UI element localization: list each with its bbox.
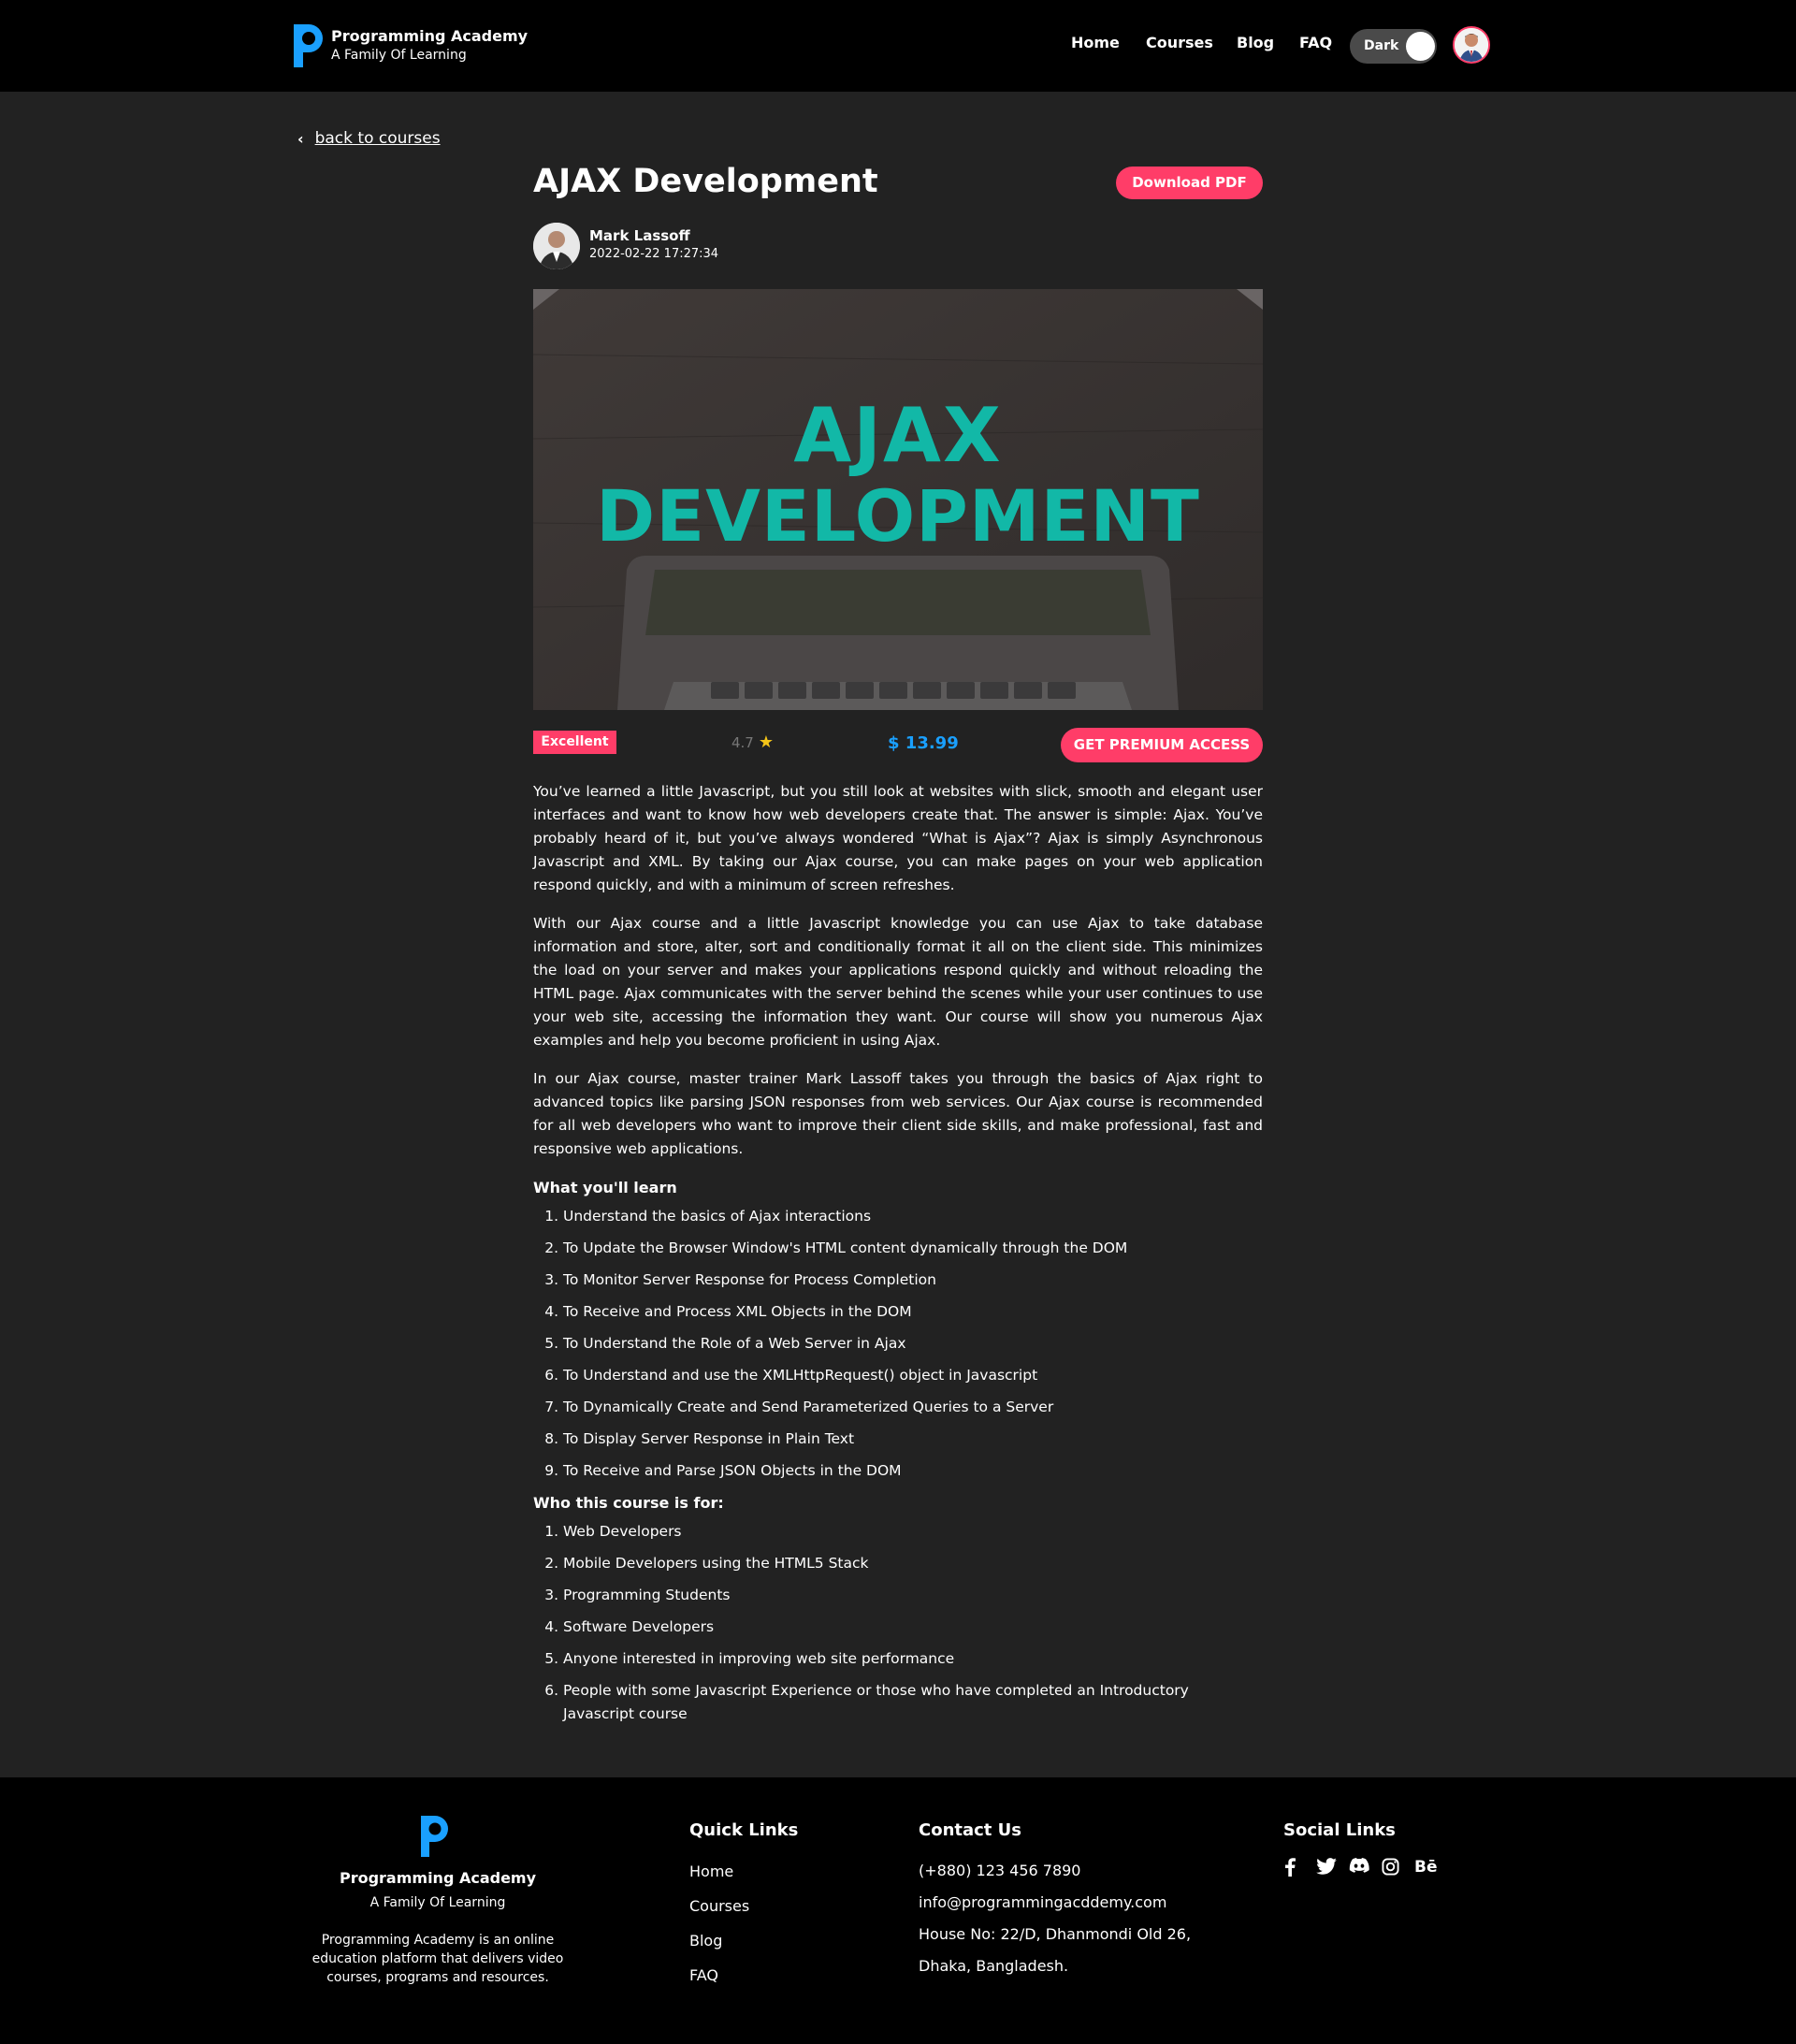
- toggle-knob: [1406, 32, 1435, 61]
- description-paragraph: With our Ajax course and a little Javasc…: [533, 915, 1263, 1049]
- learn-list-item: To Receive and Parse JSON Objects in the…: [563, 1459, 1263, 1483]
- learn-list-item: To Receive and Process XML Objects in th…: [563, 1300, 1263, 1324]
- audience-list: Web Developers Mobile Developers using t…: [563, 1520, 1263, 1726]
- learn-list-item: To Understand the Role of a Web Server i…: [563, 1332, 1263, 1355]
- contact-address-line2: Dhaka, Bangladesh.: [919, 1957, 1069, 1975]
- quick-links-heading: Quick Links: [689, 1820, 799, 1840]
- contact-heading: Contact Us: [919, 1820, 1022, 1840]
- footer-brand-subtitle: A Family Of Learning: [369, 1895, 506, 1910]
- learn-list-item: To Dynamically Create and Send Parameter…: [563, 1396, 1263, 1419]
- footer-link-faq[interactable]: FAQ: [689, 1966, 718, 1984]
- contact-email[interactable]: info@programmingacddemy.com: [919, 1893, 1166, 1911]
- social-links-heading: Social Links: [1283, 1820, 1396, 1840]
- brand-subtitle: A Family Of Learning: [331, 48, 467, 63]
- learn-list-item: To Update the Browser Window's HTML cont…: [563, 1237, 1263, 1260]
- course-title: AJAX Development: [533, 163, 878, 200]
- hero-title-line1: AJAX: [793, 392, 1003, 479]
- learn-list-item: To Understand and use the XMLHttpRequest…: [563, 1364, 1263, 1387]
- user-avatar[interactable]: [1453, 26, 1490, 64]
- facebook-icon[interactable]: [1283, 1858, 1316, 1881]
- course-price: $ 13.99: [888, 733, 959, 753]
- footer-description: Programming Academy is an online educati…: [311, 1933, 564, 1985]
- audience-list-item: People with some Javascript Experience o…: [563, 1679, 1263, 1726]
- social-links: Bē: [1283, 1858, 1447, 1881]
- site-header: Programming Academy A Family Of Learning…: [0, 0, 1796, 92]
- theme-toggle-label: Dark: [1364, 38, 1399, 53]
- theme-toggle[interactable]: Dark: [1350, 29, 1437, 64]
- audience-list-item: Web Developers: [563, 1520, 1263, 1544]
- course-rating: 4.7 ★: [731, 732, 774, 752]
- audience-list-item: Software Developers: [563, 1616, 1263, 1639]
- nav-courses[interactable]: Courses: [1146, 34, 1213, 51]
- description-paragraph: In our Ajax course, master trainer Mark …: [533, 1070, 1263, 1157]
- description-paragraph: You’ve learned a little Javascript, but …: [533, 783, 1263, 893]
- contact-phone[interactable]: (+880) 123 456 7890: [919, 1862, 1080, 1879]
- twitter-icon[interactable]: [1316, 1858, 1349, 1881]
- brand-logo-link[interactable]: Programming Academy A Family Of Learning: [290, 21, 528, 71]
- back-link-label: back to courses: [314, 129, 441, 148]
- author-photo-icon: [533, 223, 580, 269]
- learn-list: Understand the basics of Ajax interactio…: [563, 1205, 1263, 1483]
- hero-title-line2: DEVELOPMENT: [596, 474, 1200, 558]
- audience-list-item: Mobile Developers using the HTML5 Stack: [563, 1552, 1263, 1575]
- nav-home[interactable]: Home: [1071, 34, 1120, 51]
- footer-link-blog[interactable]: Blog: [689, 1932, 722, 1950]
- footer-logo-p-icon[interactable]: [418, 1813, 452, 1860]
- audience-list-item: Programming Students: [563, 1584, 1263, 1607]
- author-date: 2022-02-22 17:27:34: [589, 247, 719, 261]
- footer-brand-title: Programming Academy: [339, 1869, 537, 1887]
- footer-link-courses[interactable]: Courses: [689, 1897, 749, 1915]
- rating-badge: Excellent: [533, 731, 616, 754]
- footer-link-home[interactable]: Home: [689, 1863, 733, 1880]
- rating-value: 4.7: [731, 733, 754, 751]
- nav-faq[interactable]: FAQ: [1299, 34, 1332, 51]
- site-footer: Programming Academy A Family Of Learning…: [0, 1777, 1796, 2044]
- discord-icon[interactable]: [1349, 1858, 1382, 1881]
- back-to-courses-link[interactable]: ‹ back to courses: [297, 129, 441, 148]
- get-premium-access-button[interactable]: GET PREMIUM ACCESS: [1061, 728, 1263, 762]
- contact-address-line1: House No: 22/D, Dhanmondi Old 26,: [919, 1925, 1192, 1943]
- author-name: Mark Lassoff: [589, 227, 690, 244]
- learn-list-item: Understand the basics of Ajax interactio…: [563, 1205, 1263, 1228]
- download-pdf-button[interactable]: Download PDF: [1116, 167, 1263, 199]
- audience-heading: Who this course is for:: [533, 1494, 724, 1512]
- brand-title: Programming Academy: [331, 27, 529, 45]
- audience-list-item: Anyone interested in improving web site …: [563, 1647, 1263, 1671]
- learn-heading: What you'll learn: [533, 1179, 677, 1196]
- logo-p-icon: [294, 24, 323, 67]
- behance-icon[interactable]: Bē: [1414, 1858, 1447, 1881]
- learn-list-item: To Monitor Server Response for Process C…: [563, 1268, 1263, 1292]
- learn-list-item: To Display Server Response in Plain Text: [563, 1428, 1263, 1451]
- nav-blog[interactable]: Blog: [1237, 34, 1274, 51]
- course-description: You’ve learned a little Javascript, but …: [533, 780, 1263, 1734]
- instagram-icon[interactable]: [1382, 1858, 1414, 1881]
- star-icon: ★: [758, 732, 774, 752]
- author-avatar: [533, 223, 580, 269]
- chevron-left-icon: ‹: [297, 129, 304, 148]
- course-hero-image: AJAX DEVELOPMENT: [533, 289, 1263, 710]
- user-avatar-icon: [1455, 28, 1488, 62]
